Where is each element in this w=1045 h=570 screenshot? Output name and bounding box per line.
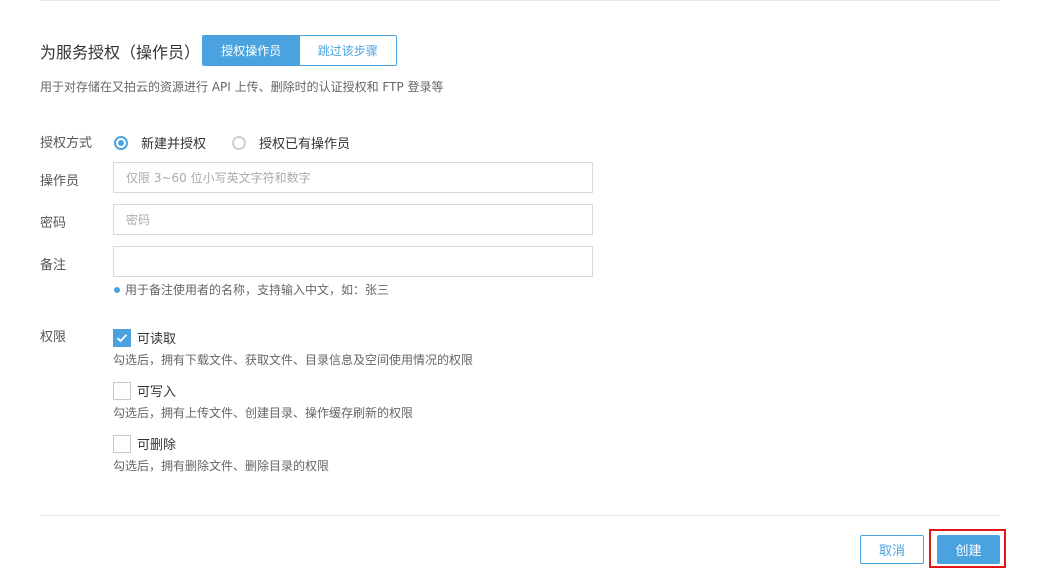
delete-permission-description: 勾选后，拥有删除文件、删除目录的权限 [113, 459, 330, 473]
checkbox-unchecked-icon [113, 381, 131, 400]
top-divider [40, 0, 1000, 1]
checkbox-read[interactable]: 可读取 [113, 328, 176, 347]
permissions-label: 权限 [40, 330, 67, 345]
checkbox-unchecked-icon [113, 434, 131, 453]
remark-label: 备注 [40, 258, 67, 273]
checkbox-delete[interactable]: 可删除 [113, 434, 176, 453]
auth-method-label: 授权方式 [40, 136, 93, 151]
checkbox-checked-icon [113, 328, 131, 347]
authorize-operator-button[interactable]: 授权操作员 [203, 36, 300, 65]
auth-method-radio-group: 新建并授权 授权已有操作员 [114, 133, 350, 152]
checkmark-icon [116, 333, 128, 342]
password-label: 密码 [40, 216, 67, 231]
write-permission-description: 勾选后，拥有上传文件、创建目录、操作缓存刷新的权限 [113, 406, 414, 420]
checkbox-read-label: 可读取 [137, 332, 177, 347]
skip-step-button[interactable]: 跳过该步骤 [299, 36, 396, 65]
remark-hint: 用于备注使用者的名称，支持输入中文，如：张三 [114, 281, 389, 298]
section-title: 为服务授权（操作员） [40, 43, 201, 62]
radio-selected-icon [114, 135, 128, 150]
remark-input[interactable] [113, 246, 593, 277]
radio-existing-operator[interactable]: 授权已有操作员 [232, 133, 350, 152]
radio-create-new[interactable]: 新建并授权 [114, 133, 206, 152]
radio-unselected-icon [232, 135, 247, 150]
read-permission-description: 勾选后，拥有下载文件、获取文件、目录信息及空间使用情况的权限 [113, 353, 474, 367]
checkbox-delete-label: 可删除 [137, 438, 177, 453]
section-description: 用于对存储在又拍云的资源进行 API 上传、删除时的认证授权和 FTP 登录等 [40, 80, 444, 94]
password-input[interactable] [113, 204, 593, 235]
operator-label: 操作员 [40, 174, 80, 189]
footer-divider [40, 515, 1000, 516]
create-button[interactable]: 创建 [937, 535, 1000, 564]
info-dot-icon [114, 286, 120, 293]
operator-input[interactable] [113, 162, 593, 193]
authorize-toggle: 授权操作员 跳过该步骤 [202, 35, 397, 66]
radio-create-new-label: 新建并授权 [141, 137, 207, 152]
remark-hint-text: 用于备注使用者的名称，支持输入中文，如：张三 [125, 283, 390, 297]
cancel-button[interactable]: 取消 [860, 535, 924, 564]
radio-existing-operator-label: 授权已有操作员 [259, 137, 351, 152]
checkbox-write-label: 可写入 [137, 385, 177, 400]
checkbox-write[interactable]: 可写入 [113, 381, 176, 400]
